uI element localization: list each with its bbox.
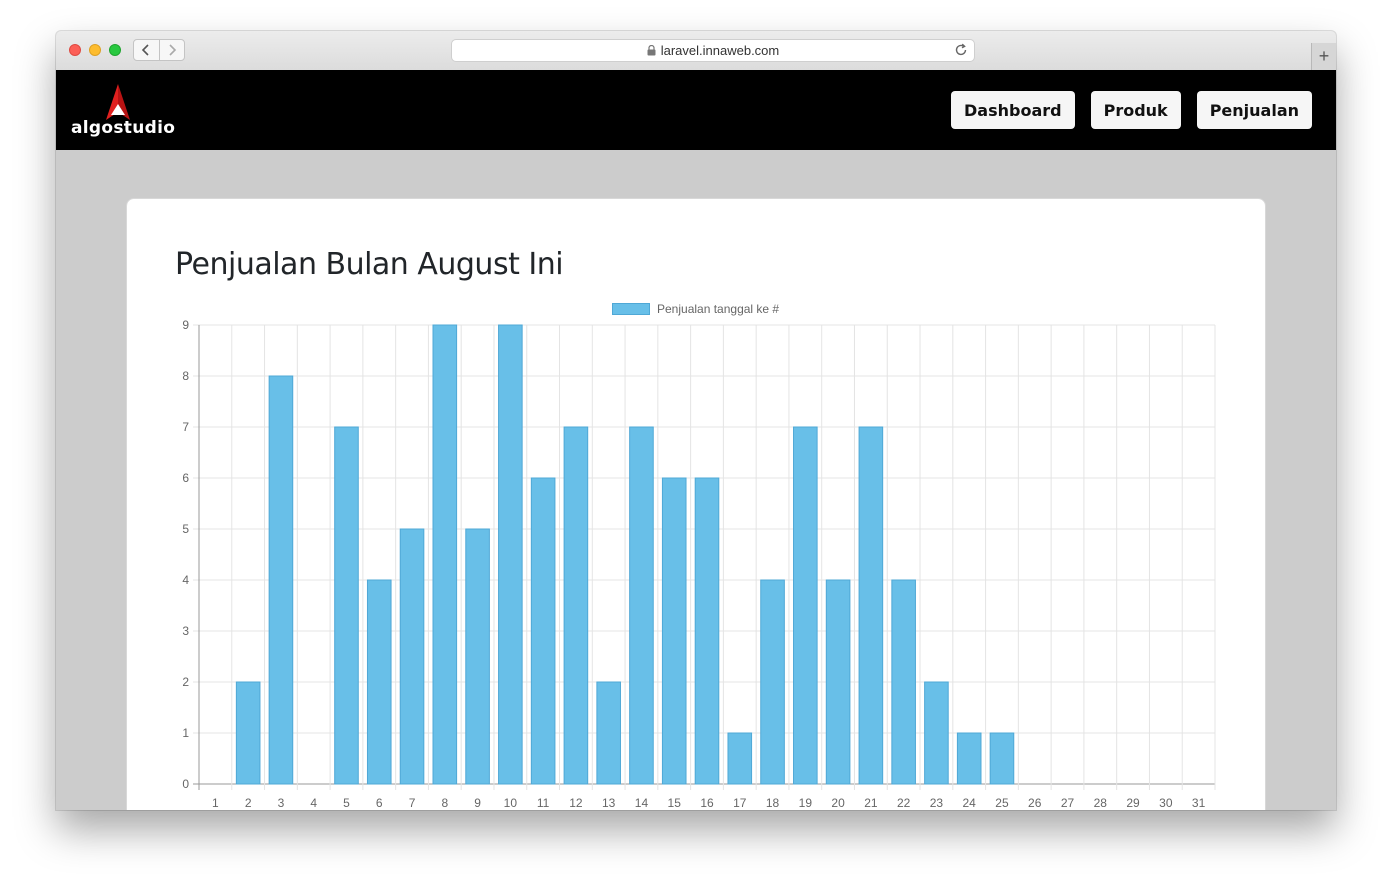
bar-day-8 — [432, 324, 458, 785]
bar-day-16 — [694, 477, 720, 785]
x-tick-label: 12 — [569, 796, 583, 810]
close-window-button[interactable] — [69, 44, 81, 56]
x-tick-label: 9 — [474, 796, 481, 810]
x-tick-label: 29 — [1126, 796, 1140, 810]
x-tick-label: 14 — [635, 796, 649, 810]
main-nav: Dashboard Produk Penjualan — [951, 91, 1312, 129]
bar-day-18 — [760, 579, 785, 785]
x-tick-label: 26 — [1028, 796, 1042, 810]
x-tick-label: 25 — [995, 796, 1009, 810]
bar-day-15 — [661, 477, 687, 785]
nav-dashboard-button[interactable]: Dashboard — [951, 91, 1075, 129]
x-tick-label: 4 — [310, 796, 317, 810]
x-tick-label: 10 — [504, 796, 518, 810]
history-navigation — [133, 39, 185, 61]
y-tick-label: 2 — [182, 675, 189, 689]
x-tick-label: 16 — [700, 796, 714, 810]
x-tick-label: 21 — [864, 796, 878, 810]
y-tick-label: 1 — [182, 726, 189, 740]
x-tick-label: 30 — [1159, 796, 1173, 810]
x-tick-label: 18 — [766, 796, 780, 810]
x-tick-label: 11 — [537, 796, 550, 810]
forward-button[interactable] — [158, 40, 185, 60]
bar-day-24 — [956, 732, 982, 785]
logo-mark-icon — [106, 84, 130, 120]
bar-day-22 — [891, 579, 916, 785]
bar-day-25 — [989, 732, 1015, 785]
new-tab-button[interactable]: + — [1311, 43, 1336, 70]
bar-day-2 — [235, 681, 261, 785]
bar-day-3 — [268, 375, 294, 785]
y-tick-label: 5 — [182, 522, 189, 536]
sales-bar-chart: 01234567891 2 3 4 5 6 7 8 9 10 11 12 13 14 15 16 17 18 19 2… — [182, 318, 1216, 810]
bar-day-21 — [858, 426, 884, 785]
url-text: laravel.innaweb.com — [660, 43, 780, 58]
x-tick-label: 27 — [1061, 796, 1075, 810]
x-tick-label: 5 — [343, 796, 350, 810]
bar-day-14 — [629, 426, 654, 785]
chevron-right-icon — [169, 44, 176, 56]
x-tick-label: 31 — [1192, 796, 1206, 810]
bar-day-20 — [825, 579, 851, 785]
bar-day-5 — [334, 426, 359, 785]
y-tick-label: 6 — [182, 471, 189, 485]
y-tick-label: 0 — [182, 777, 189, 791]
x-tick-label: 6 — [376, 796, 383, 810]
x-tick-label: 8 — [441, 796, 448, 810]
site-header: algostudio Dashboard Produk Penjualan — [56, 70, 1336, 150]
bar-day-12 — [563, 426, 589, 785]
bar-day-9 — [465, 528, 490, 785]
bar-day-10 — [498, 324, 523, 785]
bar-day-7 — [399, 528, 425, 785]
bar-day-13 — [596, 681, 621, 785]
y-tick-label: 9 — [182, 318, 189, 332]
minimize-window-button[interactable] — [89, 44, 101, 56]
logo-text: algostudio — [71, 118, 176, 138]
bar-day-23 — [924, 681, 949, 785]
x-tick-label: 7 — [409, 796, 416, 810]
x-tick-label: 28 — [1094, 796, 1108, 810]
bar-day-17 — [727, 732, 753, 785]
nav-produk-button[interactable]: Produk — [1090, 91, 1181, 129]
y-tick-label: 7 — [182, 420, 189, 434]
y-tick-label: 4 — [182, 573, 189, 587]
x-tick-label: 2 — [245, 796, 252, 810]
x-tick-label: 19 — [799, 796, 813, 810]
x-tick-label: 17 — [733, 796, 747, 810]
y-tick-label: 3 — [182, 624, 189, 638]
sales-card: Penjualan Bulan August Ini Penjualan tan… — [126, 198, 1266, 810]
bar-day-11 — [530, 477, 556, 785]
lock-icon — [647, 45, 656, 56]
x-tick-label: 24 — [963, 796, 977, 810]
x-tick-label: 15 — [668, 796, 682, 810]
x-tick-label: 3 — [278, 796, 285, 810]
x-tick-label: 1 — [212, 796, 219, 810]
nav-penjualan-button[interactable]: Penjualan — [1196, 91, 1312, 129]
zoom-window-button[interactable] — [109, 44, 121, 56]
address-bar[interactable]: laravel.innaweb.com — [451, 39, 975, 62]
x-tick-label: 22 — [897, 796, 911, 810]
x-tick-label: 13 — [602, 796, 616, 810]
x-tick-label: 23 — [930, 796, 944, 810]
browser-toolbar: laravel.innaweb.com + — [56, 31, 1336, 71]
reload-icon[interactable] — [954, 43, 968, 57]
bar-day-19 — [793, 426, 818, 785]
algostudio-logo[interactable]: algostudio — [71, 82, 176, 142]
chevron-left-icon — [142, 44, 149, 56]
back-button[interactable] — [134, 40, 159, 60]
browser-window: laravel.innaweb.com + algostudio Dashboa… — [56, 31, 1336, 810]
y-tick-label: 8 — [182, 369, 189, 383]
x-tick-label: 20 — [831, 796, 845, 810]
bar-day-6 — [366, 579, 392, 785]
